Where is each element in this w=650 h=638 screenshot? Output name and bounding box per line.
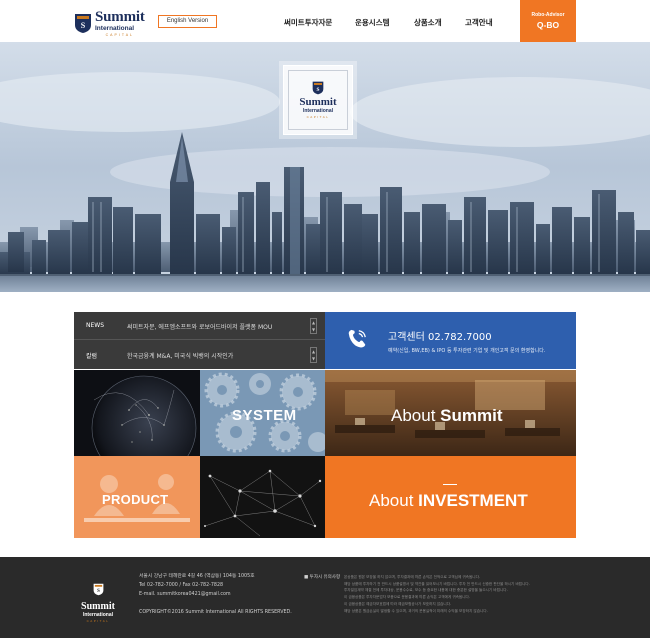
hero-logo-title: Summit [299, 96, 337, 108]
shield-logo-icon: S [312, 81, 324, 95]
globe-network-icon [91, 375, 197, 456]
logo-subtitle: International [95, 25, 135, 32]
call-center-description: 예약(신입, BW,EB) & IPO 등 투자관련 기업 및 개인고객 문의 … [388, 348, 546, 354]
logo-title: Summit [95, 9, 145, 25]
tile-about-summit-label: About Summit [391, 406, 503, 426]
call-center-title: 고객센터 02.782.7000 [388, 332, 492, 343]
footer-logo-tagline: CAPITAL [86, 619, 110, 623]
nav-item-company[interactable]: 써미트투자자문 [284, 17, 332, 28]
qbo-robo-advisor-button[interactable]: Robo-Advisor Q-BO [520, 0, 576, 42]
tile-product[interactable]: PRODUCT [74, 456, 200, 538]
news-scroll-arrows[interactable]: ▲ ▼ [310, 347, 317, 363]
news-category: 칼럼 [86, 353, 98, 360]
tile-about-summit[interactable]: About Summit [325, 370, 576, 456]
disclaimer-line: 투자일임계약 체결 전에 투자대상, 운용수수료, 보수 등 중요한 내용에 대… [344, 588, 508, 593]
hero-logo-subtitle: International [302, 108, 333, 114]
hero-logo-box: S Summit International CAPITAL [283, 65, 353, 135]
call-center-panel[interactable]: 고객센터 02.782.7000 예약(신입, BW,EB) & IPO 등 투… [325, 312, 576, 369]
footer-contact: 서울시 강남구 테헤란로 4길 46 (역삼동) 104동 1005호 Tel … [139, 572, 292, 617]
disclaimer-line: 이 금융상품은 투자자문업자 보증으로 운용결과에 따른 손익은 고객에게 귀속… [344, 595, 470, 600]
tile-network-mesh[interactable] [200, 456, 325, 538]
tile-system[interactable]: SYSTEM [200, 370, 325, 456]
footer: S Summit International CAPITAL 서울시 강남구 테… [0, 557, 650, 638]
qbo-label-small: Robo-Advisor [531, 12, 565, 18]
logo-tagline: CAPITAL [105, 32, 134, 37]
arrow-down-icon[interactable]: ▼ [312, 327, 315, 332]
disclaimer-line: 해당 상품은 원금손실이 발생할 수 있으며, 과거의 운용실적이 미래의 수익… [344, 608, 488, 613]
disclaimer-line: 해당 상품에 투자하기 전 반드시 상품설명서 및 약관을 읽어보시기 바랍니다… [344, 581, 530, 586]
footer-notice-title: ■ 투자시 유의사항 [304, 575, 341, 580]
hero-logo-tagline: CAPITAL [306, 115, 330, 119]
label-emphasis: Summit [440, 406, 503, 425]
arrow-down-icon[interactable]: ▼ [312, 356, 315, 361]
arrow-up-icon[interactable]: ▲ [312, 349, 315, 354]
tile-about-investment-label: About INVESTMENT [369, 491, 528, 511]
nav-item-system[interactable]: 운용시스템 [355, 17, 390, 28]
news-title[interactable]: 한국금융계 M&A, 미국식 빅뱅의 시작인가 [127, 351, 233, 360]
qbo-label: Q-BO [536, 20, 560, 30]
news-row[interactable]: NEWS 써미트자문, 에프엠소프트와 로보어드바이저 플랫폼 MOU ▲ ▼ [74, 312, 325, 340]
phone-icon [348, 329, 366, 348]
tile-global-network[interactable] [74, 370, 200, 456]
network-mesh-icon [200, 456, 325, 538]
news-scroll-arrows[interactable]: ▲ ▼ [310, 318, 317, 334]
svg-text:S: S [317, 87, 320, 93]
header: S Summit International CAPITAL English V… [0, 0, 650, 42]
nav-item-products[interactable]: 상품소개 [414, 17, 442, 28]
tile-system-label: SYSTEM [232, 407, 297, 424]
shield-logo-icon: S [75, 14, 91, 33]
arrow-up-icon[interactable]: ▲ [312, 320, 315, 325]
footer-logo: S Summit International CAPITAL [74, 581, 122, 623]
label-emphasis: INVESTMENT [418, 491, 528, 510]
english-version-button[interactable]: English Version [158, 15, 217, 28]
label-prefix: About [391, 406, 441, 425]
disclaimer-line: 본상품은 원본 보장을 하지 않으며, 투자결과에 따른 손익은 전적으로 고객… [344, 575, 481, 579]
shield-logo-icon: S [93, 583, 103, 596]
footer-copyright: COPYRIGHT©2016 Summit International All … [139, 610, 292, 615]
site-logo[interactable]: S Summit International CAPITAL [74, 10, 145, 37]
news-title[interactable]: 써미트자문, 에프엠소프트와 로보어드바이저 플랫폼 MOU [127, 322, 272, 331]
footer-disclaimer: 본상품은 원본 보장을 하지 않으며, 투자결과에 따른 손익은 전적으로 고객… [344, 574, 576, 614]
news-category: NEWS [86, 322, 105, 329]
hero-banner: S Summit International CAPITAL [0, 42, 650, 292]
tile-product-label: PRODUCT [102, 492, 169, 507]
label-prefix: About [369, 491, 419, 510]
footer-logo-title: Summit [81, 601, 115, 612]
svg-text:S: S [81, 21, 86, 30]
footer-email[interactable]: E-mail. summitkorea0421@gmail.com [139, 590, 292, 599]
tile-about-investment[interactable]: About INVESTMENT [325, 456, 576, 538]
disclaimer-line: 이 금융상품은 예금자보호법에 따라 예금보험공사가 보호하지 않습니다. [344, 601, 452, 606]
footer-logo-subtitle: International [82, 612, 113, 618]
news-row[interactable]: 칼럼 한국금융계 M&A, 미국식 빅뱅의 시작인가 ▲ ▼ [74, 341, 325, 369]
divider [443, 484, 457, 485]
page: S Summit International CAPITAL English V… [0, 0, 650, 638]
news-panel: NEWS 써미트자문, 에프엠소프트와 로보어드바이저 플랫폼 MOU ▲ ▼ … [74, 312, 325, 369]
svg-text:S: S [97, 589, 100, 594]
footer-phone: Tel 02-782-7000 / Fax 02-782-7828 [139, 583, 224, 588]
footer-address: 서울시 강남구 테헤란로 4길 46 (역삼동) 104동 1005호 [139, 574, 255, 579]
nav-item-customer[interactable]: 고객안내 [465, 17, 493, 28]
